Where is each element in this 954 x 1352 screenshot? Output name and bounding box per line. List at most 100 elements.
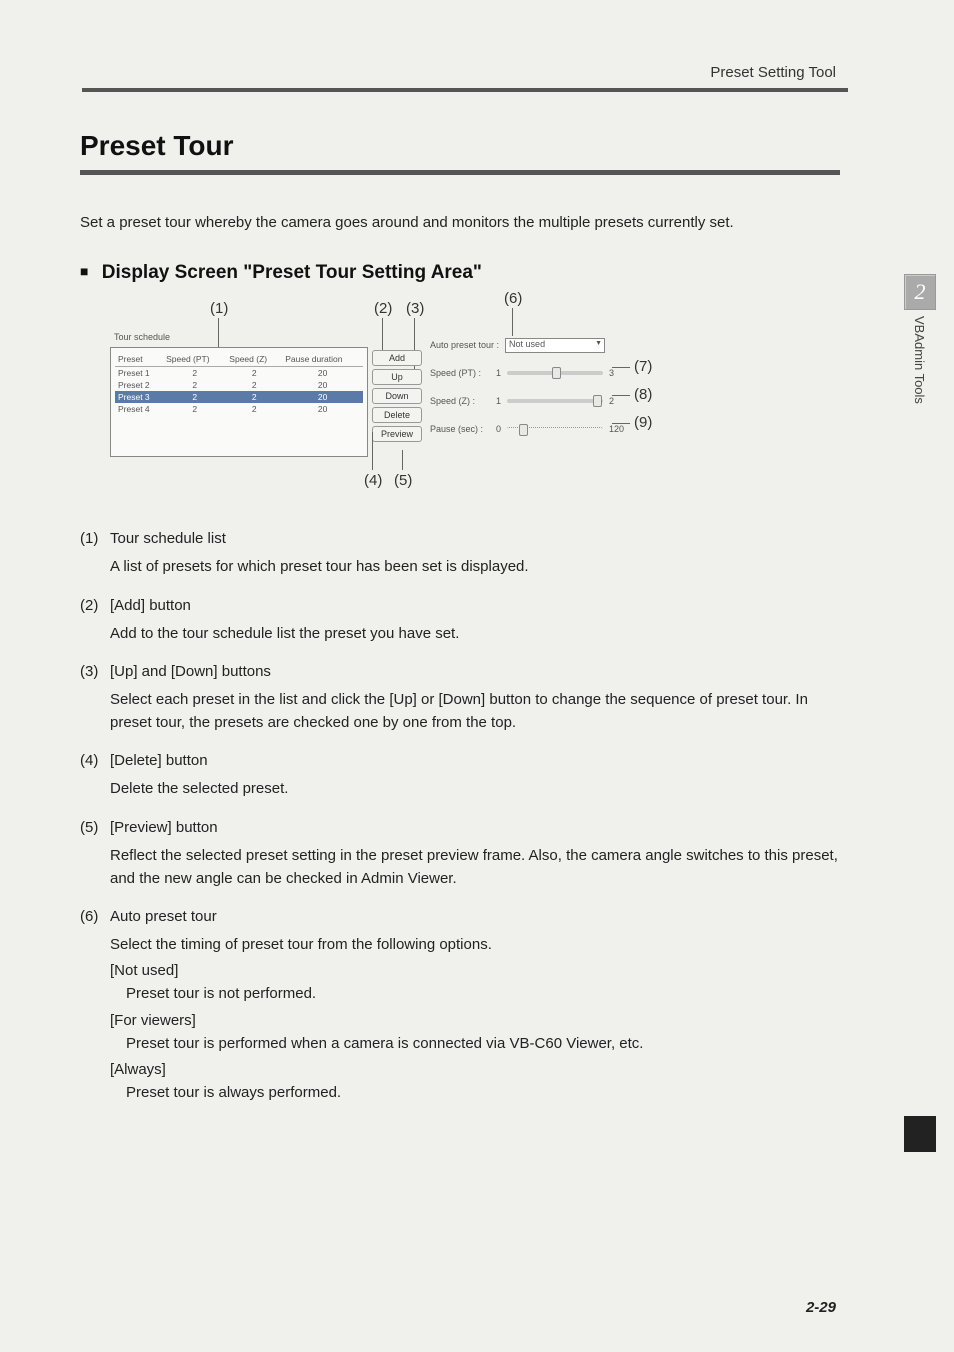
speed-pt-min: 1 [496, 368, 501, 378]
add-button[interactable]: Add [372, 350, 422, 366]
callout-8: (8) [634, 386, 652, 403]
table-cell: 2 [226, 379, 282, 391]
slider-thumb-icon[interactable] [552, 367, 561, 379]
subheading-text: Display Screen "Preset Tour Setting Area… [102, 262, 482, 283]
callout-6: (6) [504, 290, 522, 307]
table-cell: 2 [163, 403, 226, 415]
pause-max: 120 [609, 424, 624, 434]
description-body: A list of presets for which preset tour … [110, 555, 850, 578]
table-cell: 2 [163, 379, 226, 391]
table-cell: Preset 3 [115, 391, 163, 403]
option-body: Preset tour is performed when a camera i… [126, 1033, 850, 1056]
col-speed-z: Speed (Z) [226, 352, 282, 367]
option-title: [For viewers] [110, 1012, 850, 1029]
description-title: Tour schedule list [110, 530, 226, 547]
pause-label: Pause (sec) : [430, 424, 490, 434]
description-list: (1)Tour schedule list A list of presets f… [80, 530, 850, 1105]
table-row[interactable]: Preset 42220 [115, 403, 363, 415]
callout-line [382, 318, 383, 352]
description-title: [Up] and [Down] buttons [110, 663, 271, 680]
col-pause: Pause duration [282, 352, 363, 367]
callout-9: (9) [634, 414, 652, 431]
slider-thumb-icon[interactable] [519, 424, 528, 436]
col-speed-pt: Speed (PT) [163, 352, 226, 367]
side-black-tab [904, 1116, 936, 1152]
option-block: [Always] Preset tour is always performed. [110, 1061, 850, 1105]
speed-z-min: 1 [496, 396, 501, 406]
table-cell: 2 [226, 391, 282, 403]
delete-button[interactable]: Delete [372, 407, 422, 423]
table-row[interactable]: Preset 32220 [115, 391, 363, 403]
option-body: Preset tour is not performed. [126, 983, 850, 1006]
table-cell: Preset 2 [115, 379, 163, 391]
callout-line [612, 395, 630, 396]
description-body: Select each preset in the list and click… [110, 688, 850, 735]
pause-slider[interactable] [507, 427, 603, 431]
callout-5: (5) [394, 472, 412, 489]
page-number: 2-29 [806, 1299, 836, 1316]
description-title: [Add] button [110, 597, 191, 614]
table-cell: 2 [163, 367, 226, 380]
header-rule [82, 88, 848, 92]
speed-pt-max: 3 [609, 368, 614, 378]
table-cell: Preset 4 [115, 403, 163, 415]
page-title: Preset Tour [80, 130, 884, 162]
section-header: Preset Setting Tool [710, 64, 836, 81]
callout-2: (2) [374, 300, 392, 317]
description-heading: (3)[Up] and [Down] buttons [80, 663, 850, 680]
table-cell: 20 [282, 403, 363, 415]
description-item: (1)Tour schedule list A list of presets f… [80, 530, 850, 578]
speed-z-label: Speed (Z) : [430, 396, 490, 406]
description-item: (6)Auto preset tour Select the timing of … [80, 908, 850, 1105]
option-body: Preset tour is always performed. [126, 1082, 850, 1105]
description-heading: (4)[Delete] button [80, 752, 850, 769]
tour-schedule-list[interactable]: Preset Speed (PT) Speed (Z) Pause durati… [110, 347, 368, 457]
description-title: [Preview] button [110, 819, 218, 836]
callout-1: (1) [210, 300, 228, 317]
down-button[interactable]: Down [372, 388, 422, 404]
slider-thumb-icon[interactable] [593, 395, 602, 407]
speed-pt-label: Speed (PT) : [430, 368, 490, 378]
table-cell: 20 [282, 391, 363, 403]
description-heading: (1)Tour schedule list [80, 530, 850, 547]
callout-3: (3) [406, 300, 424, 317]
callout-7: (7) [634, 358, 652, 375]
table-cell: 20 [282, 379, 363, 391]
description-number: (3) [80, 663, 110, 680]
description-number: (1) [80, 530, 110, 547]
option-title: [Not used] [110, 962, 850, 979]
tour-schedule-table: Preset Speed (PT) Speed (Z) Pause durati… [115, 352, 363, 415]
speed-pt-slider[interactable] [507, 371, 603, 375]
table-row[interactable]: Preset 22220 [115, 379, 363, 391]
table-row[interactable]: Preset 12220 [115, 367, 363, 380]
table-cell: 2 [226, 403, 282, 415]
auto-preset-tour-label: Auto preset tour : [430, 340, 499, 350]
title-underline [80, 170, 840, 175]
option-title: [Always] [110, 1061, 850, 1078]
preview-button[interactable]: Preview [372, 426, 422, 442]
auto-preset-tour-dropdown[interactable]: Not used [505, 338, 605, 353]
description-item: (4)[Delete] button Delete the selected pr… [80, 752, 850, 800]
description-body: Select the timing of preset tour from th… [110, 933, 850, 956]
chapter-label: VBAdmin Tools [904, 316, 927, 456]
description-number: (2) [80, 597, 110, 614]
pause-min: 0 [496, 424, 501, 434]
option-block: [Not used] Preset tour is not performed. [110, 962, 850, 1006]
description-title: Auto preset tour [110, 908, 217, 925]
chapter-number: 2 [904, 274, 936, 310]
description-title: [Delete] button [110, 752, 208, 769]
speed-z-max: 2 [609, 396, 614, 406]
table-cell: 20 [282, 367, 363, 380]
button-column: Add Up Down Delete Preview [372, 350, 422, 445]
description-heading: (6)Auto preset tour [80, 908, 850, 925]
description-item: (3)[Up] and [Down] buttons Select each pr… [80, 663, 850, 735]
table-cell: Preset 1 [115, 367, 163, 380]
description-item: (5)[Preview] buttonReflect the selected … [80, 819, 850, 891]
description-number: (4) [80, 752, 110, 769]
speed-z-slider[interactable] [507, 399, 603, 403]
up-button[interactable]: Up [372, 369, 422, 385]
tour-schedule-label: Tour schedule [114, 332, 170, 342]
description-body: Delete the selected preset. [110, 777, 850, 800]
intro-text: Set a preset tour whereby the camera goe… [80, 211, 840, 234]
table-cell: 2 [226, 367, 282, 380]
